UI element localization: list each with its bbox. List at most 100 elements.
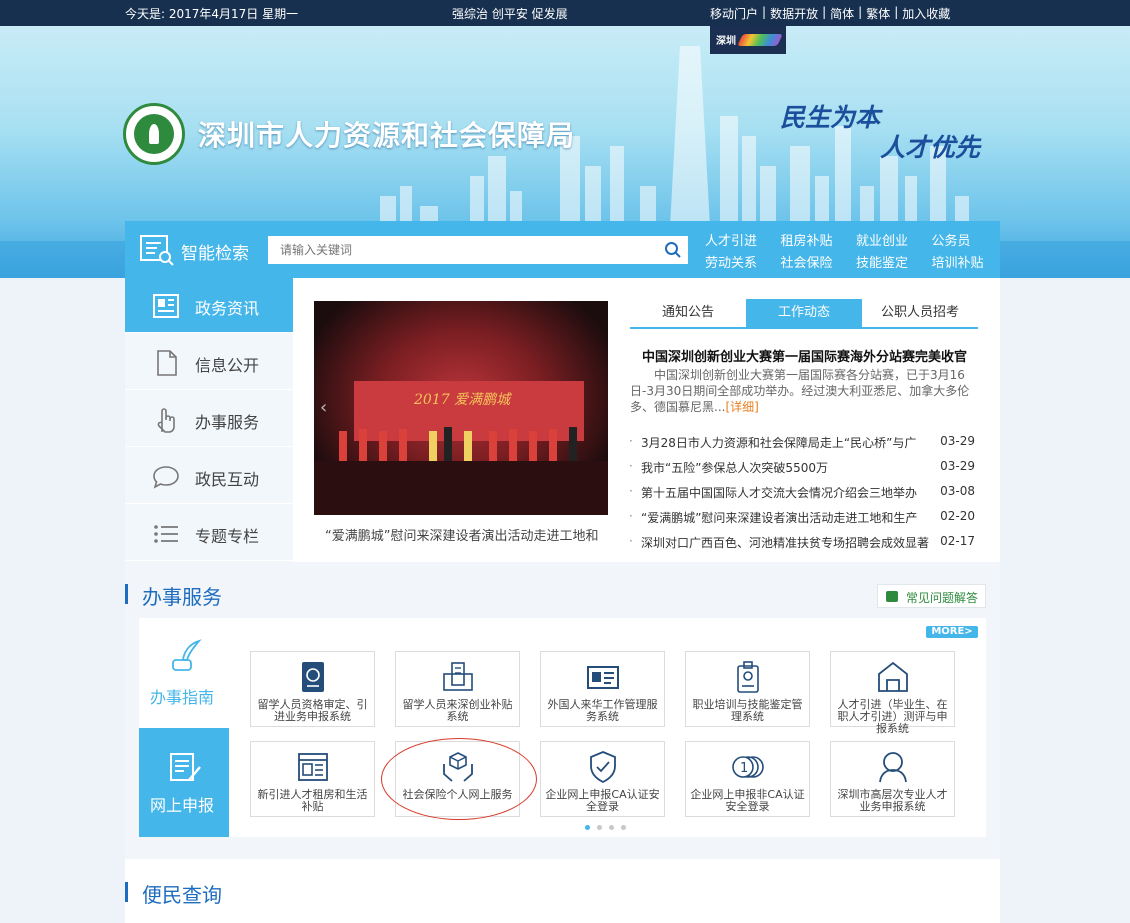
services-box: 办事指南 网上申报 MORE> 留学人员资格审定、引进业务申报系统 留学人员来深…	[139, 618, 986, 837]
form-pen-icon	[170, 753, 201, 781]
quick-links: 人才引进 租房补贴 就业创业 公务员 劳动关系 社会保险 技能鉴定 培训补贴	[705, 230, 995, 271]
tab-work-updates[interactable]: 工作动态	[746, 299, 862, 327]
bullet: ·	[629, 459, 633, 473]
service-card-label: 外国人来华工作管理服务系统	[547, 698, 658, 723]
smart-search-bar: 智能检索 人才引进 租房补贴 就业创业 公务员 劳动关系 社会保险 技能鉴定 培…	[125, 221, 1000, 278]
carousel-dot[interactable]	[585, 825, 590, 830]
list-item[interactable]: · 我市“五险”参保总人次突破5500万 03-29	[629, 458, 977, 483]
news-headline[interactable]: 中国深圳创新创业大赛第一届国际赛海外分站赛完美收官	[642, 346, 967, 365]
search-input[interactable]	[268, 236, 658, 264]
search-icon[interactable]	[664, 241, 682, 259]
search-document-icon	[140, 235, 174, 266]
quick-link-labor-relations[interactable]: 劳动关系	[705, 252, 769, 271]
add-favorite-link[interactable]: 加入收藏	[902, 5, 950, 22]
service-card-label: 社会保险个人网上服务	[402, 788, 513, 801]
badge-icon	[737, 661, 759, 693]
shield-check-icon	[590, 751, 616, 784]
left-nav: 政务资讯 信息公开 办事服务 政民互动 专题专栏	[125, 278, 293, 562]
chat-bubble-icon	[153, 466, 179, 489]
news-date: 02-17	[940, 534, 975, 548]
list-item[interactable]: · “爱满鹏城”慰问来深建设者演出活动走进工地和生产 02-20	[629, 508, 977, 533]
service-guide-tab[interactable]: 办事指南	[139, 618, 229, 728]
nav-label: 信息公开	[195, 356, 260, 375]
emblem-inner	[134, 114, 174, 154]
nav-item-services[interactable]: 办事服务	[125, 392, 293, 447]
tab-civil-recruitment[interactable]: 公职人员招考	[862, 299, 978, 327]
carousel-dot[interactable]	[621, 825, 626, 830]
hands-box-icon	[443, 752, 473, 782]
service-card-label: 企业网上申报非CA认证安全登录	[690, 788, 805, 813]
quick-link-social-insurance[interactable]: 社会保险	[781, 252, 845, 271]
more-button[interactable]: MORE>	[926, 626, 978, 638]
quick-link-training-subsidy[interactable]: 培训补贴	[932, 252, 996, 271]
top-bar: 今天是: 2017年4月17日 星期一 强综治 创平安 促发展 移动门户 | 数…	[0, 0, 1130, 26]
service-card-label: 人才引进（毕业生、在职人才引进）测评与申报系统	[837, 698, 948, 735]
services-section: 办事服务 常见问题解答 办事指南 网上申报 MORE> 留学人员资格审定、引进业…	[125, 562, 1000, 859]
list-item[interactable]: · 3月28日市人力资源和社会保障局走上“民心桥”与广 03-29	[629, 433, 977, 458]
chevron-left-icon[interactable]: ‹	[320, 397, 327, 418]
service-card[interactable]: 人才引进（毕业生、在职人才引进）测评与申报系统	[830, 651, 955, 735]
shenzhen-city-logo-icon: 深圳	[710, 26, 786, 54]
featured-photo[interactable]: 2017 爱满鹏城 ‹	[314, 301, 608, 515]
nav-item-info-disclosure[interactable]: 信息公开	[125, 335, 293, 390]
service-card[interactable]: 新引进人才租房和生活补贴	[250, 741, 375, 817]
list-item[interactable]: · 深圳对口广西百色、河池精准扶贫专场招聘会成效显著 02-17	[629, 533, 977, 558]
quick-link-talent[interactable]: 人才引进	[705, 230, 769, 249]
passport-icon	[302, 662, 324, 692]
detail-link[interactable]: [详细]	[725, 400, 758, 414]
stage-banner-text: 2017 爱满鹏城	[414, 392, 511, 408]
simplified-chinese-link[interactable]: 简体	[830, 5, 854, 22]
nav-item-gov-news[interactable]: 政务资讯	[125, 278, 293, 333]
quick-link-civil-servant[interactable]: 公务员	[932, 230, 996, 249]
tab-notices[interactable]: 通知公告	[630, 299, 746, 327]
service-card[interactable]: 深圳市高层次专业人才业务申报系统	[830, 741, 955, 817]
computer-building-icon	[443, 662, 473, 691]
nav-item-special-topics[interactable]: 专题专栏	[125, 506, 293, 561]
service-card[interactable]: 留学人员来深创业补贴系统	[395, 651, 520, 727]
coins-icon: 1	[732, 756, 764, 778]
faq-button[interactable]: 常见问题解答	[877, 584, 986, 608]
quick-link-employment[interactable]: 就业创业	[856, 230, 920, 249]
service-card[interactable]: 留学人员资格审定、引进业务申报系统	[250, 651, 375, 727]
main-panel: 政务资讯 信息公开 办事服务 政民互动 专题专栏 2017 爱满鹏城 ‹ “爱满…	[125, 278, 1000, 562]
news-title: “爱满鹏城”慰问来深建设者演出活动走进工地和生产	[641, 511, 918, 525]
summary-text: 中国深圳创新创业大赛第一届国际赛各分站赛，已于3月16日-3月30日期间全部成功…	[630, 368, 970, 414]
slogan: 强综治 创平安 促发展	[452, 7, 568, 21]
service-card[interactable]: 1 企业网上申报非CA认证安全登录	[685, 741, 810, 817]
current-date: 今天是: 2017年4月17日 星期一	[125, 7, 299, 21]
top-links: 移动门户 | 数据开放 | 简体 | 繁体 | 加入收藏	[710, 5, 950, 22]
carousel-dot[interactable]	[609, 825, 614, 830]
traditional-chinese-link[interactable]: 繁体	[866, 5, 890, 22]
quick-link-skill-appraisal[interactable]: 技能鉴定	[856, 252, 920, 271]
document-icon	[157, 350, 177, 376]
bullet: ·	[629, 484, 633, 498]
guide-label: 办事指南	[150, 688, 215, 707]
online-apply-tab[interactable]: 网上申报	[139, 728, 229, 837]
nav-label: 政务资讯	[195, 299, 260, 318]
service-card[interactable]: 外国人来华工作管理服务系统	[540, 651, 665, 727]
news-date: 03-29	[940, 459, 975, 473]
quill-pen-icon	[172, 639, 202, 671]
hrss-emblem-icon[interactable]	[123, 103, 185, 165]
list-item[interactable]: · 第十五届中国国际人才交流大会情况介绍会三地举办 03-08	[629, 483, 977, 508]
nav-item-interaction[interactable]: 政民互动	[125, 449, 293, 504]
service-card[interactable]: 社会保险个人网上服务	[395, 741, 520, 817]
motto-people-first: 民生为本	[780, 103, 881, 132]
service-card[interactable]: 企业网上申报CA认证安全登录	[540, 741, 665, 817]
city-logo-mark: 深圳	[716, 36, 736, 47]
news-title: 深圳对口广西百色、河池精准扶贫专场招聘会成效显著	[641, 536, 930, 550]
heading-bar	[125, 882, 128, 902]
site-title[interactable]: 深圳市人力资源和社会保障局	[198, 114, 575, 154]
service-card[interactable]: 职业培训与技能鉴定管理系统	[685, 651, 810, 727]
service-card-label: 深圳市高层次专业人才业务申报系统	[837, 788, 948, 813]
photo-caption[interactable]: “爱满鹏城”慰问来深建设者演出活动走进工地和	[325, 525, 598, 544]
news-title: 3月28日市人力资源和社会保障局走上“民心桥”与广	[641, 436, 917, 450]
bullet: ·	[629, 509, 633, 523]
mobile-portal-link[interactable]: 移动门户	[710, 5, 758, 22]
quick-link-rent-subsidy[interactable]: 租房补贴	[781, 230, 845, 249]
open-data-link[interactable]: 数据开放	[770, 5, 818, 22]
carousel-dot[interactable]	[597, 825, 602, 830]
service-card-label: 企业网上申报CA认证安全登录	[545, 788, 660, 813]
motto-talent-first: 人才优先	[880, 133, 981, 162]
news-title: 我市“五险”参保总人次突破5500万	[641, 461, 828, 475]
